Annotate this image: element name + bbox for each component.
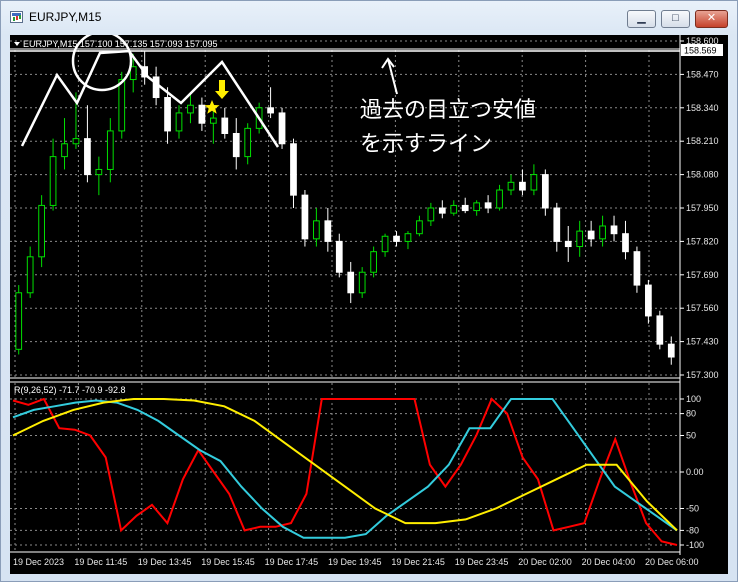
candle-body <box>541 174 549 209</box>
price-tick-label: 157.690 <box>686 270 719 280</box>
candle-body <box>610 225 618 235</box>
candle-body <box>587 230 595 240</box>
candle-body <box>49 156 57 206</box>
price-tick-label: 158.470 <box>686 69 719 79</box>
chart-app-icon <box>10 11 23 23</box>
time-tick-label: 19 Dec 23:45 <box>455 557 509 567</box>
candle-body <box>370 251 377 273</box>
time-tick-label: 19 Dec 2023 <box>13 557 64 567</box>
candle-body <box>416 220 423 235</box>
candle-body <box>324 220 332 242</box>
candle-body <box>38 204 45 258</box>
candle-body <box>667 343 675 358</box>
candle-body <box>347 271 355 294</box>
time-tick-label: 19 Dec 11:45 <box>74 557 127 567</box>
candle-body <box>473 202 481 212</box>
candle-body <box>576 230 584 248</box>
candle-body <box>118 79 126 132</box>
candle-body <box>267 107 274 114</box>
candle-body <box>622 233 629 253</box>
candle-body <box>175 112 183 132</box>
indicator-header: R(9,26,52) -71.7 -70.9 -92.8 <box>14 385 126 395</box>
time-tick-label: 19 Dec 19:45 <box>328 557 382 567</box>
price-tick-label: 158.210 <box>686 136 719 146</box>
indicator-tick-label: 100 <box>686 394 701 404</box>
candle-body <box>530 174 538 191</box>
candle-body <box>645 284 652 317</box>
maximize-button[interactable]: □ <box>661 10 690 28</box>
window-title: EURJPY,M15 <box>29 10 102 24</box>
candle-body <box>244 127 252 158</box>
price-tick-label: 157.430 <box>686 337 719 347</box>
indicator-tick-label: 50 <box>686 431 696 441</box>
current-price-label: 158.569 <box>684 46 717 56</box>
chart-canvas[interactable]: 過去の目立つ安値 を示すライン EURJPY,M15 157.100 157.1… <box>10 35 728 574</box>
candle-body <box>15 292 23 350</box>
candle-body <box>438 207 446 214</box>
candle-body <box>313 220 320 240</box>
candle-body <box>404 233 412 242</box>
indicator-tick-label: -50 <box>686 504 699 514</box>
candle-body <box>553 207 561 242</box>
chart-window: EURJPY,M15 ▁ □ ✕ 過去の目立つ安値 を示すライン EURJPY,… <box>0 0 738 582</box>
candle-body <box>519 181 526 191</box>
candle-body <box>290 143 297 196</box>
candle-body <box>599 225 606 240</box>
candle-body <box>301 194 309 240</box>
candle-body <box>393 235 400 242</box>
candle-body <box>450 204 458 214</box>
candle-body <box>656 315 664 345</box>
candle-body <box>106 130 114 170</box>
candle-body <box>152 76 160 99</box>
time-tick-label: 19 Dec 13:45 <box>138 557 192 567</box>
time-tick-label: 19 Dec 21:45 <box>391 557 445 567</box>
candle-body <box>633 251 641 286</box>
price-tick-label: 157.560 <box>686 303 719 313</box>
time-tick-label: 20 Dec 06:00 <box>645 557 699 567</box>
time-axis[interactable]: 19 Dec 2023 19 Dec 11:45 19 Dec 13:45 19 De… <box>13 557 699 567</box>
time-tick-label: 19 Dec 17:45 <box>265 557 319 567</box>
close-button[interactable]: ✕ <box>695 10 728 28</box>
candle-body <box>164 97 171 132</box>
price-tick-label: 157.820 <box>686 236 719 246</box>
price-tick-label: 158.080 <box>686 170 719 180</box>
title-bar[interactable]: EURJPY,M15 ▁ □ ✕ <box>1 1 737 37</box>
annotation-line-1: 過去の目立つ安値 <box>360 98 536 123</box>
time-tick-label: 20 Dec 04:00 <box>582 557 636 567</box>
main-chart-header: EURJPY,M15 157.100 157.135 157.093 157.0… <box>23 39 218 49</box>
price-tick-label: 157.950 <box>686 203 719 213</box>
candle-body <box>358 271 366 294</box>
candle-body <box>84 138 91 176</box>
candle-body <box>507 181 515 191</box>
candle-body <box>335 240 343 273</box>
candle-body <box>484 202 492 209</box>
candle-body <box>26 256 34 294</box>
candle-body <box>564 240 572 248</box>
candle-body <box>278 112 286 145</box>
candle-body <box>95 168 103 176</box>
time-tick-label: 20 Dec 02:00 <box>518 557 572 567</box>
candle-body <box>381 235 389 253</box>
candle-body <box>461 204 469 212</box>
indicator-tick-label: 80 <box>686 409 696 419</box>
price-tick-label: 157.300 <box>686 370 719 380</box>
candle-body <box>187 104 194 114</box>
candle-body <box>209 117 217 124</box>
candle-body <box>496 189 503 209</box>
candle-body <box>232 132 240 158</box>
candle-body <box>72 138 80 145</box>
time-tick-label: 19 Dec 15:45 <box>201 557 255 567</box>
indicator-tick-label: -80 <box>686 525 699 535</box>
indicator-tick-label: 0.00 <box>686 467 704 477</box>
candle-body <box>221 117 229 134</box>
price-tick-label: 158.340 <box>686 103 719 113</box>
candle-body <box>61 143 68 158</box>
minimize-button[interactable]: ▁ <box>627 10 656 28</box>
candle-body <box>427 207 435 222</box>
candle-body <box>198 104 206 124</box>
chart-area[interactable]: 過去の目立つ安値 を示すライン EURJPY,M15 157.100 157.1… <box>10 35 728 574</box>
annotation-line-2: を示すライン <box>360 132 492 157</box>
indicator-tick-label: -100 <box>686 540 704 550</box>
